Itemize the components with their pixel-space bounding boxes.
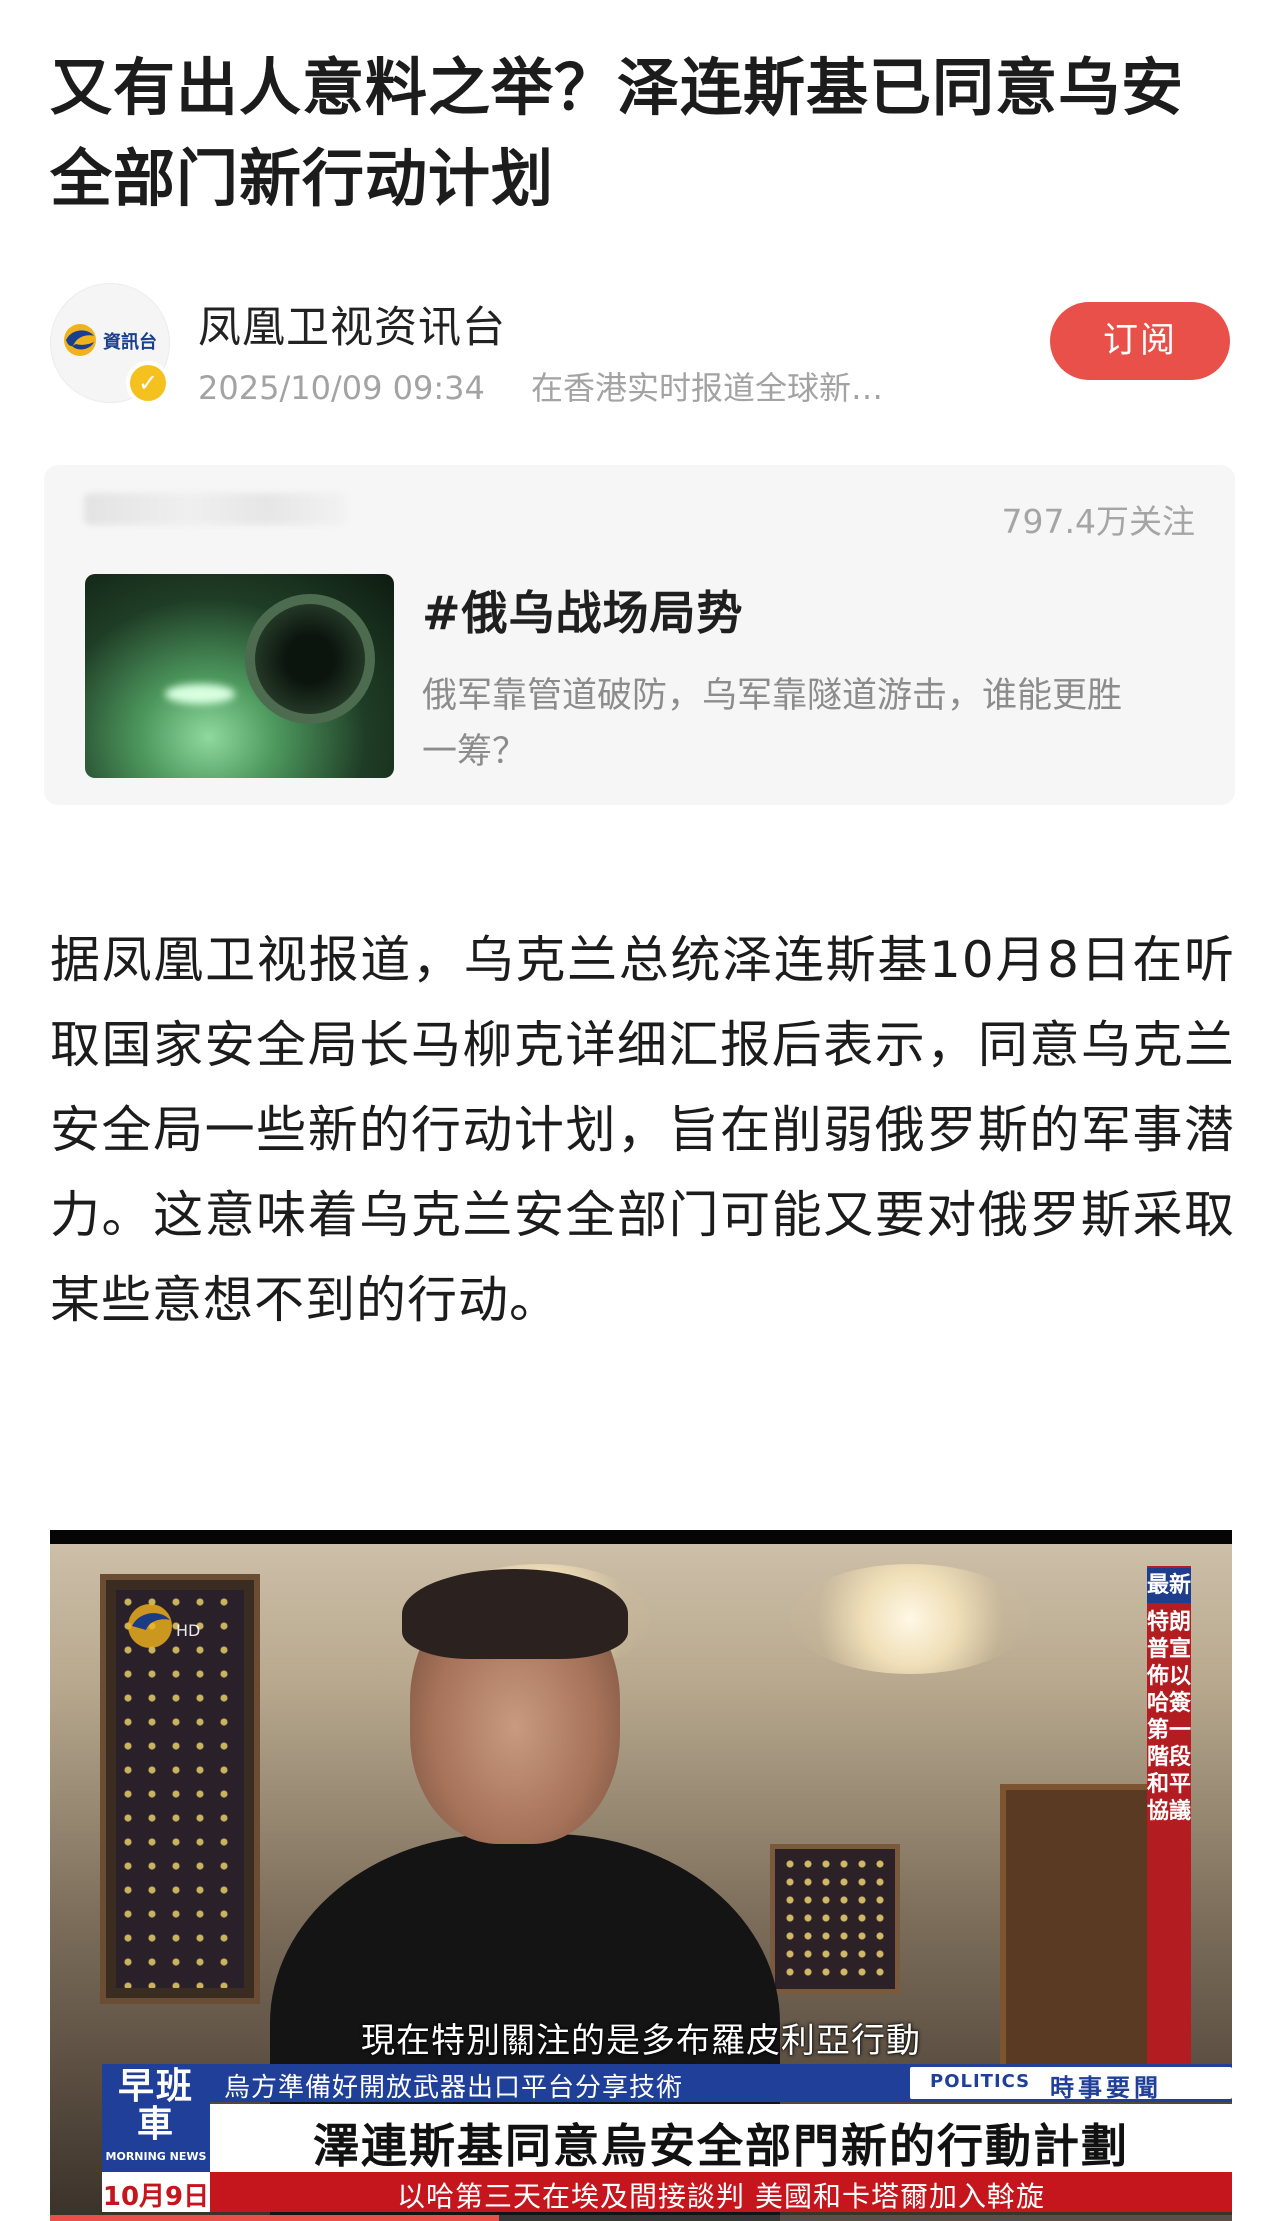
breaking-news-side-banner: 最新 特朗普宣佈以哈簽第一階段和平協議 bbox=[1147, 1566, 1191, 2086]
topic-followers: 797.4万关注 bbox=[1001, 502, 1195, 541]
topic-thumbnail[interactable] bbox=[85, 574, 394, 778]
phoenix-watermark-icon: HD bbox=[128, 1604, 200, 1648]
speaker-hair bbox=[402, 1569, 628, 1659]
video-progress-bar[interactable] bbox=[50, 2215, 1232, 2221]
flashlight-image-detail bbox=[165, 684, 235, 704]
topic-card[interactable]: 797.4万关注 #俄乌战场局势 俄军靠管道破防，乌军靠隧道游击，谁能更胜一筹？ bbox=[44, 465, 1235, 805]
medal-display-board bbox=[770, 1844, 900, 1994]
ticker-bottom-text: 以哈第三天在埃及間接談判 美國和卡塔爾加入斡旋 bbox=[397, 2180, 1045, 2213]
show-name-en: MORNING NEWS bbox=[105, 2150, 207, 2163]
section-label-zh: 時事要聞 bbox=[1050, 2074, 1162, 2102]
news-headline-bar: 澤連斯基同意烏安全部門新的行動計劃 bbox=[210, 2104, 1232, 2173]
broadcast-date-badge: 10月9日 bbox=[102, 2172, 210, 2212]
author-bio: 在香港实时报道全球新… bbox=[531, 369, 884, 407]
video-top-bar bbox=[50, 1530, 1232, 1544]
ticker-top-text: 烏方準備好開放武器出口平台分享技術 bbox=[224, 2073, 684, 2103]
author-name[interactable]: 凤凰卫视资讯台 bbox=[198, 293, 506, 355]
subscribe-button[interactable]: 订阅 bbox=[1050, 302, 1230, 380]
video-subtitle: 現在特別關注的是多布羅皮利亞行動 bbox=[361, 2021, 921, 2061]
watermark-text: HD bbox=[176, 1621, 200, 1640]
avatar-channel-text: 資訊台 bbox=[103, 332, 157, 353]
author-meta: 2025/10/09 09:34 在香港实时报道全球新… bbox=[198, 363, 883, 409]
topic-description: 俄军靠管道破防，乌军靠隧道游击，谁能更胜一筹？ bbox=[422, 676, 1123, 772]
news-video[interactable]: HD 最新 特朗普宣佈以哈簽第一階段和平協議 現在特別關注的是多布羅皮利亞行動 … bbox=[50, 1530, 1232, 2221]
ticker-bottom-bar: 以哈第三天在埃及間接談判 美國和卡塔爾加入斡旋 bbox=[210, 2172, 1232, 2213]
video-progress-fill bbox=[50, 2215, 500, 2221]
show-name: 早班車 bbox=[117, 2066, 194, 2145]
article-title: 又有出人意料之举？泽连斯基已同意乌安全部门新行动计划 bbox=[50, 51, 1185, 215]
news-headline: 澤連斯基同意烏安全部門新的行動計劃 bbox=[313, 2119, 1129, 2173]
ceiling-light bbox=[790, 1564, 1030, 1674]
blurred-topic-label bbox=[84, 493, 346, 525]
show-logo: 早班車 MORNING NEWS bbox=[102, 2064, 210, 2172]
publish-date: 2025/10/09 09:34 bbox=[198, 369, 485, 407]
author-row: 資訊台 ✓ 凤凰卫视资讯台 2025/10/09 09:34 在香港实时报道全球… bbox=[50, 283, 1230, 407]
article-paragraph: 据凤凰卫视报道，乌克兰总统泽连斯基10月8日在听取国家安全局长马柳克详细汇报后表… bbox=[50, 931, 1235, 1329]
broadcast-date: 10月9日 bbox=[102, 2182, 210, 2212]
side-banner-text: 特朗普宣佈以哈簽第一階段和平協議 bbox=[1147, 1610, 1192, 1824]
side-banner-head: 最新 bbox=[1147, 1568, 1191, 1603]
section-label-en: POLITICS bbox=[930, 2071, 1031, 2092]
section-label: POLITICS 時事要聞 bbox=[910, 2067, 1232, 2102]
phoenix-logo-icon bbox=[64, 324, 96, 356]
topic-title[interactable]: #俄乌战场局势 bbox=[422, 577, 744, 643]
verified-badge-icon: ✓ bbox=[126, 361, 170, 405]
tunnel-image-detail bbox=[245, 594, 375, 724]
